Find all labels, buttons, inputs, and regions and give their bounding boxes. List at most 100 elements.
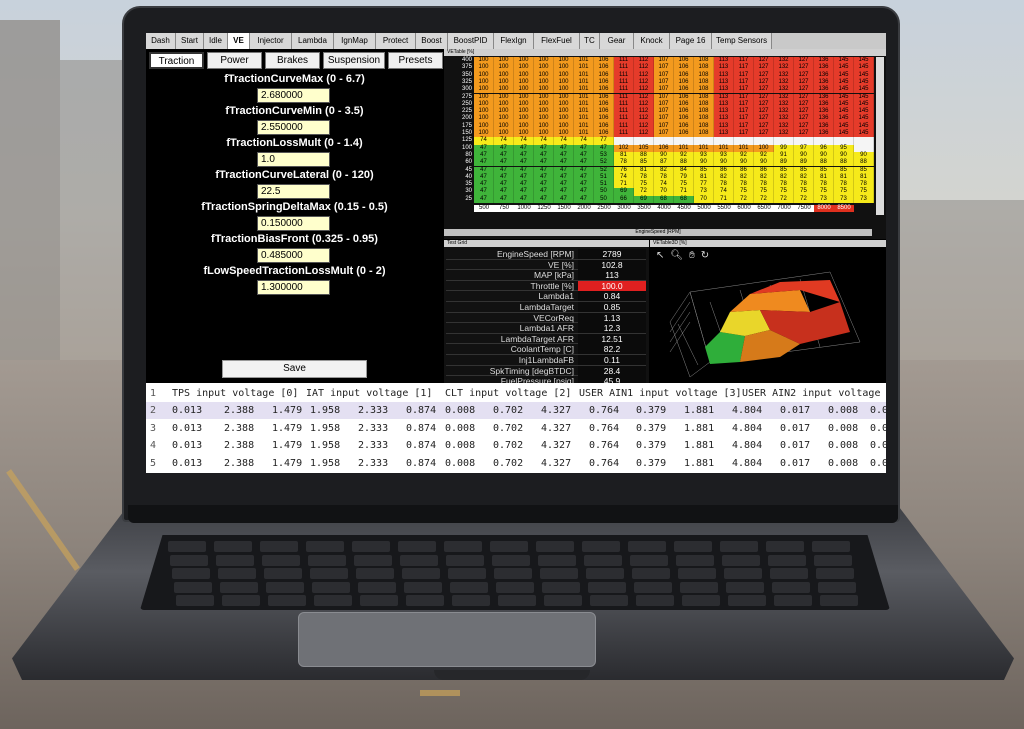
- ve-cell[interactable]: 91: [774, 151, 794, 160]
- ve-cell[interactable]: 72: [794, 195, 814, 203]
- ve-cell[interactable]: 82: [714, 173, 734, 182]
- ve-cell[interactable]: 71: [674, 188, 694, 196]
- ve-cell[interactable]: 82: [754, 173, 774, 182]
- ve-cell[interactable]: 78: [794, 181, 814, 189]
- ve-cell[interactable]: 74: [474, 137, 494, 145]
- ve-cell[interactable]: 101: [574, 86, 594, 94]
- ve-cell[interactable]: 100: [554, 57, 574, 65]
- ve-cell[interactable]: 74: [534, 137, 554, 145]
- subtab-brakes[interactable]: Brakes: [265, 52, 320, 69]
- ve-cell[interactable]: 117: [734, 57, 754, 65]
- ve-cell[interactable]: 106: [594, 115, 614, 123]
- ve-cell[interactable]: 108: [694, 108, 714, 116]
- ve-cell[interactable]: 100: [534, 93, 554, 101]
- ve-cell[interactable]: 101: [694, 144, 714, 152]
- ve-cell[interactable]: 81: [854, 173, 874, 182]
- ve-cell[interactable]: 47: [474, 188, 494, 196]
- ve-cell[interactable]: 81: [834, 173, 854, 182]
- ve-cell[interactable]: 145: [854, 57, 874, 65]
- ve-cell[interactable]: 47: [554, 144, 574, 152]
- ve-cell[interactable]: 100: [534, 100, 554, 109]
- ve-cell[interactable]: 47: [514, 151, 534, 160]
- ve-cell[interactable]: 100: [554, 86, 574, 94]
- ve-cell[interactable]: 145: [834, 71, 854, 79]
- ve-cell[interactable]: 145: [834, 86, 854, 94]
- ve-cell[interactable]: 100: [474, 115, 494, 123]
- ve-cell[interactable]: 100: [514, 78, 534, 87]
- ve-cell[interactable]: 111: [614, 100, 634, 109]
- ve-cell[interactable]: [614, 137, 634, 145]
- ve-cell[interactable]: 85: [774, 166, 794, 174]
- ve-cell[interactable]: 132: [774, 115, 794, 123]
- subtab-traction[interactable]: Traction: [149, 52, 204, 69]
- ve-cell[interactable]: 127: [794, 78, 814, 87]
- ve-cell[interactable]: 47: [514, 159, 534, 167]
- ve-cell[interactable]: 100: [514, 93, 534, 101]
- ve-cell[interactable]: 100: [514, 115, 534, 123]
- ve-cell[interactable]: 100: [534, 64, 554, 72]
- subtab-presets[interactable]: Presets: [388, 52, 443, 69]
- ve-cell[interactable]: 136: [814, 108, 834, 116]
- ve-cell[interactable]: 107: [654, 93, 674, 101]
- ve-cell[interactable]: 136: [814, 93, 834, 101]
- ve-cell[interactable]: 145: [834, 57, 854, 65]
- ve-cell[interactable]: 79: [674, 173, 694, 182]
- ve-cell[interactable]: 78: [754, 181, 774, 189]
- ve-cell[interactable]: 100: [554, 130, 574, 138]
- ve-cell[interactable]: 92: [754, 151, 774, 160]
- ve-cell[interactable]: 101: [714, 144, 734, 152]
- ve-cell[interactable]: 82: [734, 173, 754, 182]
- ve-cell[interactable]: 132: [774, 130, 794, 138]
- tab-temp-sensors[interactable]: Temp Sensors: [712, 33, 772, 49]
- ve-cell[interactable]: 127: [794, 93, 814, 101]
- ve-cell[interactable]: 145: [834, 115, 854, 123]
- ve-cell[interactable]: 127: [794, 57, 814, 65]
- ve-cell[interactable]: 88: [834, 159, 854, 167]
- ve-cell[interactable]: 47: [574, 195, 594, 203]
- ve-cell[interactable]: 111: [614, 71, 634, 79]
- ve-cell[interactable]: 47: [494, 181, 514, 189]
- ve-cell[interactable]: 132: [774, 122, 794, 130]
- tab-idle[interactable]: Idle: [204, 33, 228, 49]
- ve-cell[interactable]: 117: [734, 100, 754, 109]
- ve-cell[interactable]: 127: [754, 86, 774, 94]
- ve-cell[interactable]: 111: [614, 64, 634, 72]
- ve-cell[interactable]: 117: [734, 78, 754, 87]
- ve-cell[interactable]: 127: [754, 78, 774, 87]
- ve-cell[interactable]: 106: [594, 100, 614, 109]
- ve-cell[interactable]: 132: [774, 57, 794, 65]
- ve-cell[interactable]: 74: [714, 188, 734, 196]
- ve-cell[interactable]: 47: [474, 181, 494, 189]
- ve-cell[interactable]: 100: [554, 115, 574, 123]
- ve-cell[interactable]: 106: [674, 130, 694, 138]
- ve-cell[interactable]: 87: [654, 159, 674, 167]
- ve-cell[interactable]: 113: [714, 122, 734, 130]
- ve-cell[interactable]: 78: [714, 181, 734, 189]
- ve-cell[interactable]: 85: [694, 166, 714, 174]
- ve-cell[interactable]: 145: [854, 86, 874, 94]
- ve-cell[interactable]: 47: [494, 151, 514, 160]
- ve-cell[interactable]: 47: [574, 181, 594, 189]
- ve-cell[interactable]: 100: [554, 71, 574, 79]
- ve-cell[interactable]: 106: [674, 115, 694, 123]
- ve-cell[interactable]: 145: [834, 100, 854, 109]
- ve-cell[interactable]: 107: [654, 108, 674, 116]
- ve-cell[interactable]: 72: [634, 188, 654, 196]
- ve-cell[interactable]: 136: [814, 57, 834, 65]
- ve-cell[interactable]: 106: [674, 71, 694, 79]
- ve-cell[interactable]: 127: [794, 64, 814, 72]
- ve-cell[interactable]: 100: [554, 93, 574, 101]
- ve-cell[interactable]: 100: [474, 86, 494, 94]
- ve-cell[interactable]: 47: [534, 151, 554, 160]
- ve-cell[interactable]: 145: [834, 78, 854, 87]
- ve-cell[interactable]: 100: [554, 78, 574, 87]
- ve-cell[interactable]: 85: [854, 166, 874, 174]
- ve-cell[interactable]: 47: [534, 195, 554, 203]
- ve-cell[interactable]: 108: [694, 64, 714, 72]
- ve-cell[interactable]: 127: [754, 71, 774, 79]
- ve-cell[interactable]: 100: [514, 122, 534, 130]
- ve-cell[interactable]: 127: [754, 122, 774, 130]
- ve-cell[interactable]: 90: [654, 151, 674, 160]
- ve-cell[interactable]: 90: [834, 151, 854, 160]
- ve-cell[interactable]: 117: [734, 115, 754, 123]
